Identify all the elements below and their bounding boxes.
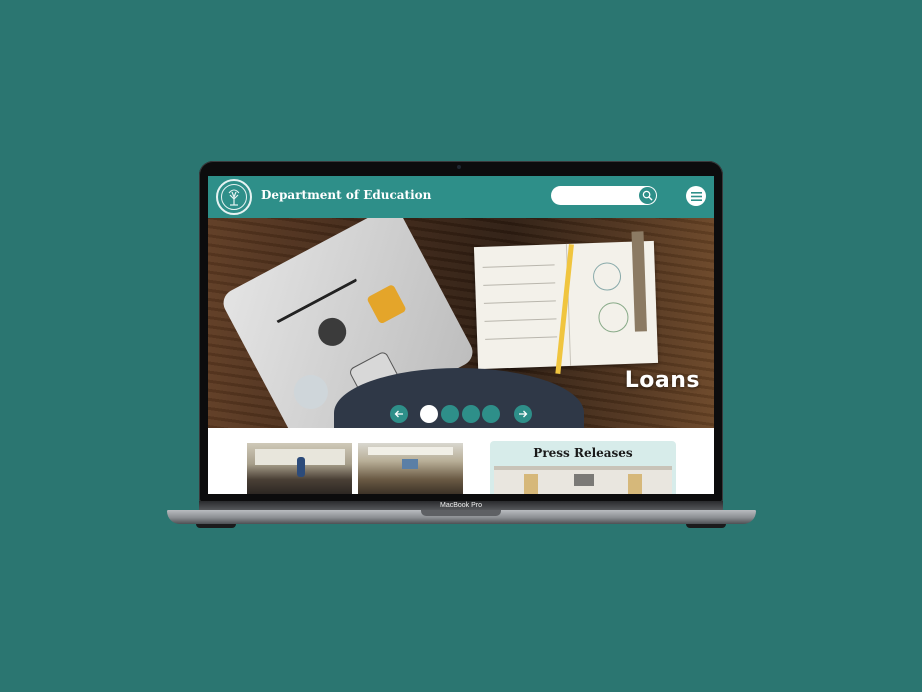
hero-photo-notebook [473,231,659,374]
teacher-figure [297,457,305,477]
tree-icon [228,189,240,206]
carousel-next-button[interactable] [514,405,532,423]
laptop-lid: Department of Education Loans Press Rele… [199,161,723,503]
site-title[interactable]: Department of Education [261,188,431,202]
press-releases-title[interactable]: Press Releases [490,446,676,460]
search-input[interactable] [557,188,639,204]
notebook-doodle [597,301,629,333]
search-box[interactable] [551,186,657,205]
sticker [313,312,352,351]
carousel-prev-button[interactable] [390,405,408,423]
carousel-dot-2[interactable] [441,405,459,423]
carousel-dot-3[interactable] [462,405,480,423]
laptop-foot [686,524,726,528]
sticker [268,262,358,324]
news-photo-lecture-hall[interactable] [358,443,463,494]
arrow-left-icon [394,410,403,418]
news-photo-classroom[interactable] [247,443,352,494]
notebook-doodle [592,262,622,292]
notebook-line [485,336,558,340]
carousel-dot-1[interactable] [420,405,438,423]
pen [631,231,647,332]
laptop-foot [196,524,236,528]
door [524,474,538,494]
seal-inner-ring [221,184,247,210]
department-seal-logo[interactable] [216,179,252,215]
notebook-line [483,300,556,304]
press-releases-photo [494,466,672,494]
bookmark-ribbon [555,244,574,374]
building-roofline [494,466,672,470]
laptop-screen: Department of Education Loans Press Rele… [208,176,714,494]
search-icon [642,190,653,201]
search-button[interactable] [639,187,656,204]
sticker [366,283,407,325]
site-header: Department of Education [208,176,714,218]
laptop-base [167,510,756,524]
notebook-line [482,264,555,268]
camera [457,165,461,169]
arrow-right-icon [519,410,528,418]
ceiling-lights [368,447,453,455]
door [628,474,642,494]
carousel-dot-4[interactable] [482,405,500,423]
projector-screen [402,459,418,469]
sticker [287,368,334,415]
menu-button[interactable] [686,186,706,206]
hamburger-menu-icon [690,191,702,201]
notebook-line [483,282,556,286]
hero-caption[interactable]: Loans [625,368,700,393]
device-label: MacBook Pro [439,502,483,509]
press-releases-card[interactable]: Press Releases [490,441,676,494]
hero-carousel: Loans [208,218,714,428]
trackpad-notch [421,510,501,516]
window [574,474,594,486]
notebook-line [484,318,557,322]
